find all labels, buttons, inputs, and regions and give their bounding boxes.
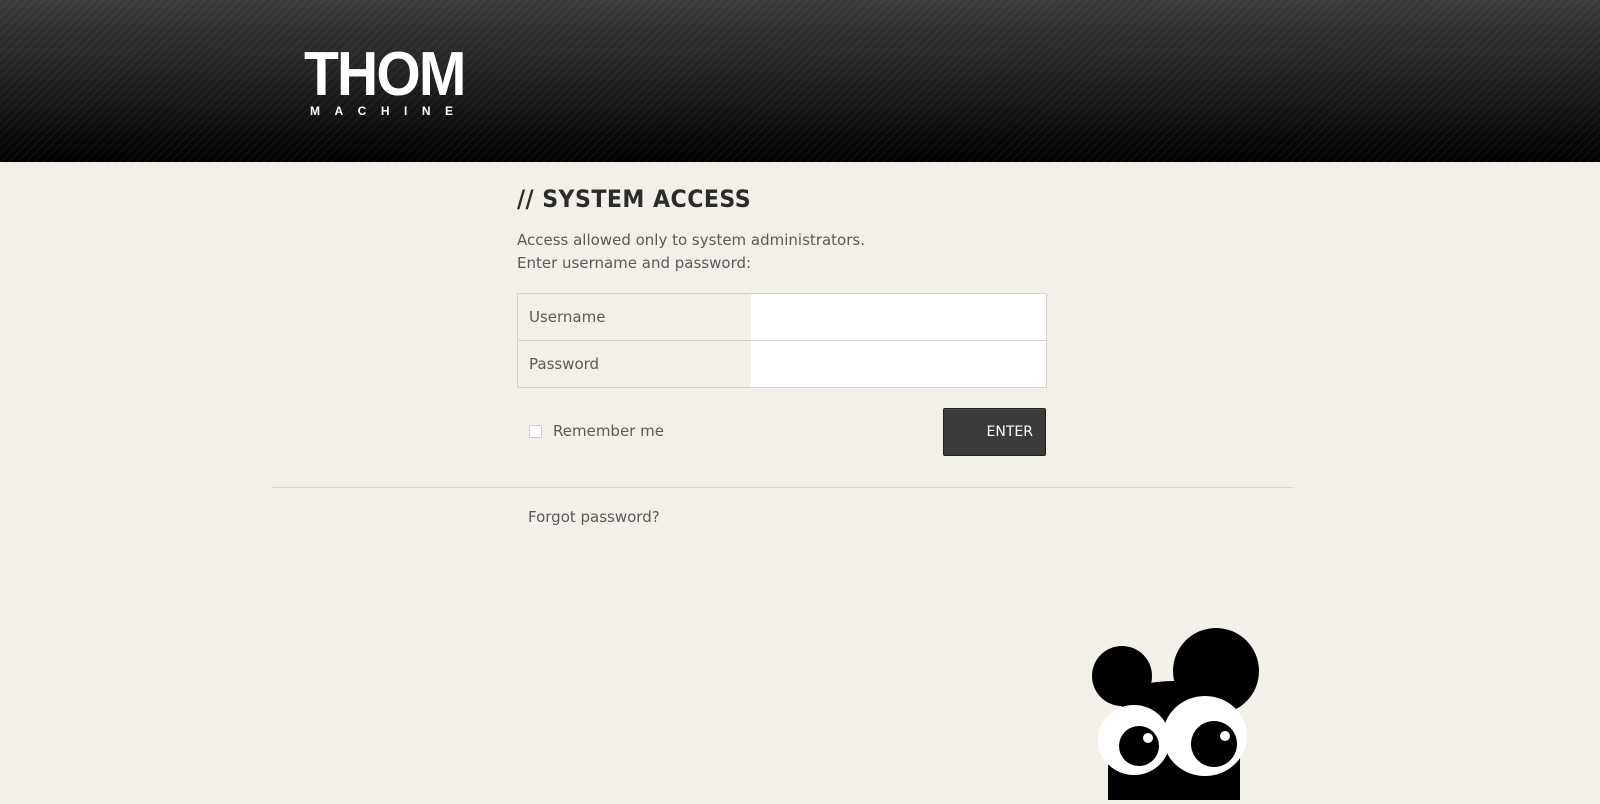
page-title: // SYSTEM ACCESS — [517, 185, 752, 213]
logo-sub-text: MACHINE — [310, 104, 468, 118]
remember-me-option[interactable]: Remember me — [529, 422, 664, 440]
password-row: Password — [518, 340, 1046, 387]
mascot-character-icon — [1090, 628, 1260, 800]
form-actions: Remember me ENTER — [517, 408, 1049, 456]
username-row: Username — [518, 294, 1046, 340]
description-line-2: Enter username and password: — [517, 254, 752, 272]
enter-button[interactable]: ENTER — [943, 408, 1046, 456]
login-form: Username Password — [517, 293, 1047, 388]
username-input[interactable] — [751, 294, 1046, 340]
username-label: Username — [518, 294, 751, 340]
logo-main-text: THOM — [304, 40, 466, 109]
remember-me-checkbox[interactable] — [529, 424, 542, 438]
description-line-1: Access allowed only to system administra… — [517, 231, 865, 249]
site-header: THOM MACHINE — [0, 0, 1600, 162]
forgot-password-link[interactable]: Forgot password? — [528, 508, 660, 526]
password-input[interactable] — [751, 341, 1046, 387]
password-label: Password — [518, 341, 751, 387]
remember-me-label[interactable]: Remember me — [553, 422, 664, 440]
divider — [272, 487, 1293, 488]
login-description: Access allowed only to system administra… — [517, 229, 1049, 275]
thom-machine-logo[interactable]: THOM MACHINE — [304, 44, 474, 122]
login-panel: // SYSTEM ACCESS Access allowed only to … — [517, 185, 1049, 456]
